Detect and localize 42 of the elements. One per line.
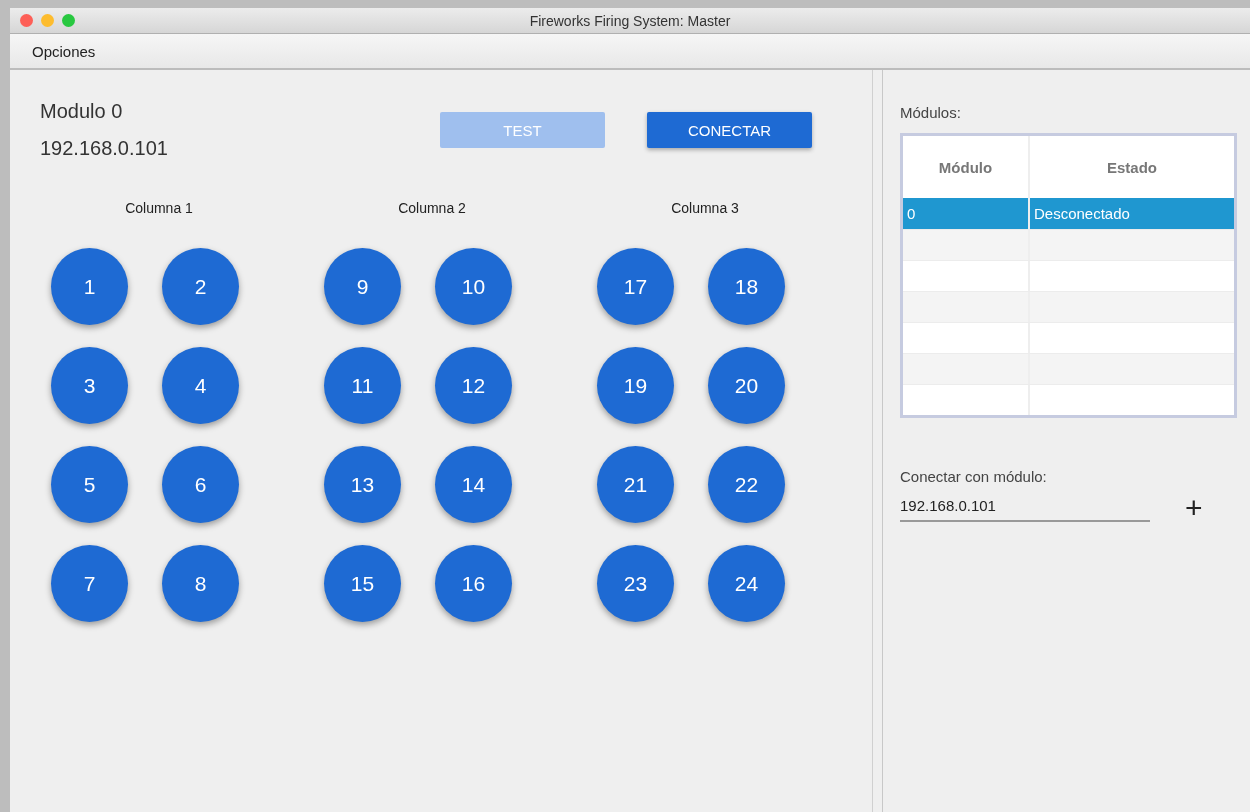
minimize-button[interactable] <box>41 14 54 27</box>
fire-button[interactable]: 15 <box>324 545 401 622</box>
fire-button[interactable]: 20 <box>708 347 785 424</box>
fire-button[interactable]: 7 <box>51 545 128 622</box>
module-address: 192.168.0.101 <box>40 137 169 160</box>
fire-button[interactable]: 14 <box>435 446 512 523</box>
fire-button[interactable]: 10 <box>435 248 512 325</box>
fire-button[interactable]: 16 <box>435 545 512 622</box>
fire-button[interactable]: 11 <box>324 347 401 424</box>
fire-button[interactable]: 5 <box>51 446 128 523</box>
fire-button[interactable]: 22 <box>708 446 785 523</box>
fire-button[interactable]: 24 <box>708 545 785 622</box>
connect-label: Conectar con módulo: <box>900 468 1048 485</box>
address-field[interactable]: 192.168.0.101 <box>900 494 1150 522</box>
fire-button[interactable]: 19 <box>597 347 674 424</box>
module-name: Modulo 0 <box>40 100 124 123</box>
fire-button[interactable]: 13 <box>324 446 401 523</box>
column-title: Columna 3 <box>671 200 739 216</box>
fire-button[interactable]: 6 <box>162 446 239 523</box>
fire-button[interactable]: 4 <box>162 347 239 424</box>
column-header[interactable]: Estado <box>1030 136 1234 198</box>
fire-button[interactable]: 2 <box>162 248 239 325</box>
fire-button[interactable]: 1 <box>51 248 128 325</box>
table-cell[interactable]: 0 <box>903 198 1030 229</box>
fire-button[interactable]: 17 <box>597 248 674 325</box>
zoom-button[interactable] <box>62 14 75 27</box>
column-title: Columna 1 <box>125 200 193 216</box>
window-title: Fireworks Firing System: Master <box>529 12 731 29</box>
fire-button[interactable]: 18 <box>708 248 785 325</box>
fire-button[interactable]: 3 <box>51 347 128 424</box>
column-title: Columna 2 <box>398 200 466 216</box>
fire-button[interactable]: 12 <box>435 347 512 424</box>
menu-item[interactable]: Opciones <box>32 42 96 60</box>
connect-button[interactable]: CONECTAR <box>647 112 812 148</box>
fire-button[interactable]: 23 <box>597 545 674 622</box>
fire-button[interactable]: 9 <box>324 248 401 325</box>
fire-button[interactable]: 8 <box>162 545 239 622</box>
modules-label: Módulos: <box>900 104 962 121</box>
add-button[interactable]: + <box>1185 493 1203 523</box>
table-cell[interactable]: Desconectado <box>1030 198 1234 229</box>
close-button[interactable] <box>20 14 33 27</box>
fire-button[interactable]: 21 <box>597 446 674 523</box>
